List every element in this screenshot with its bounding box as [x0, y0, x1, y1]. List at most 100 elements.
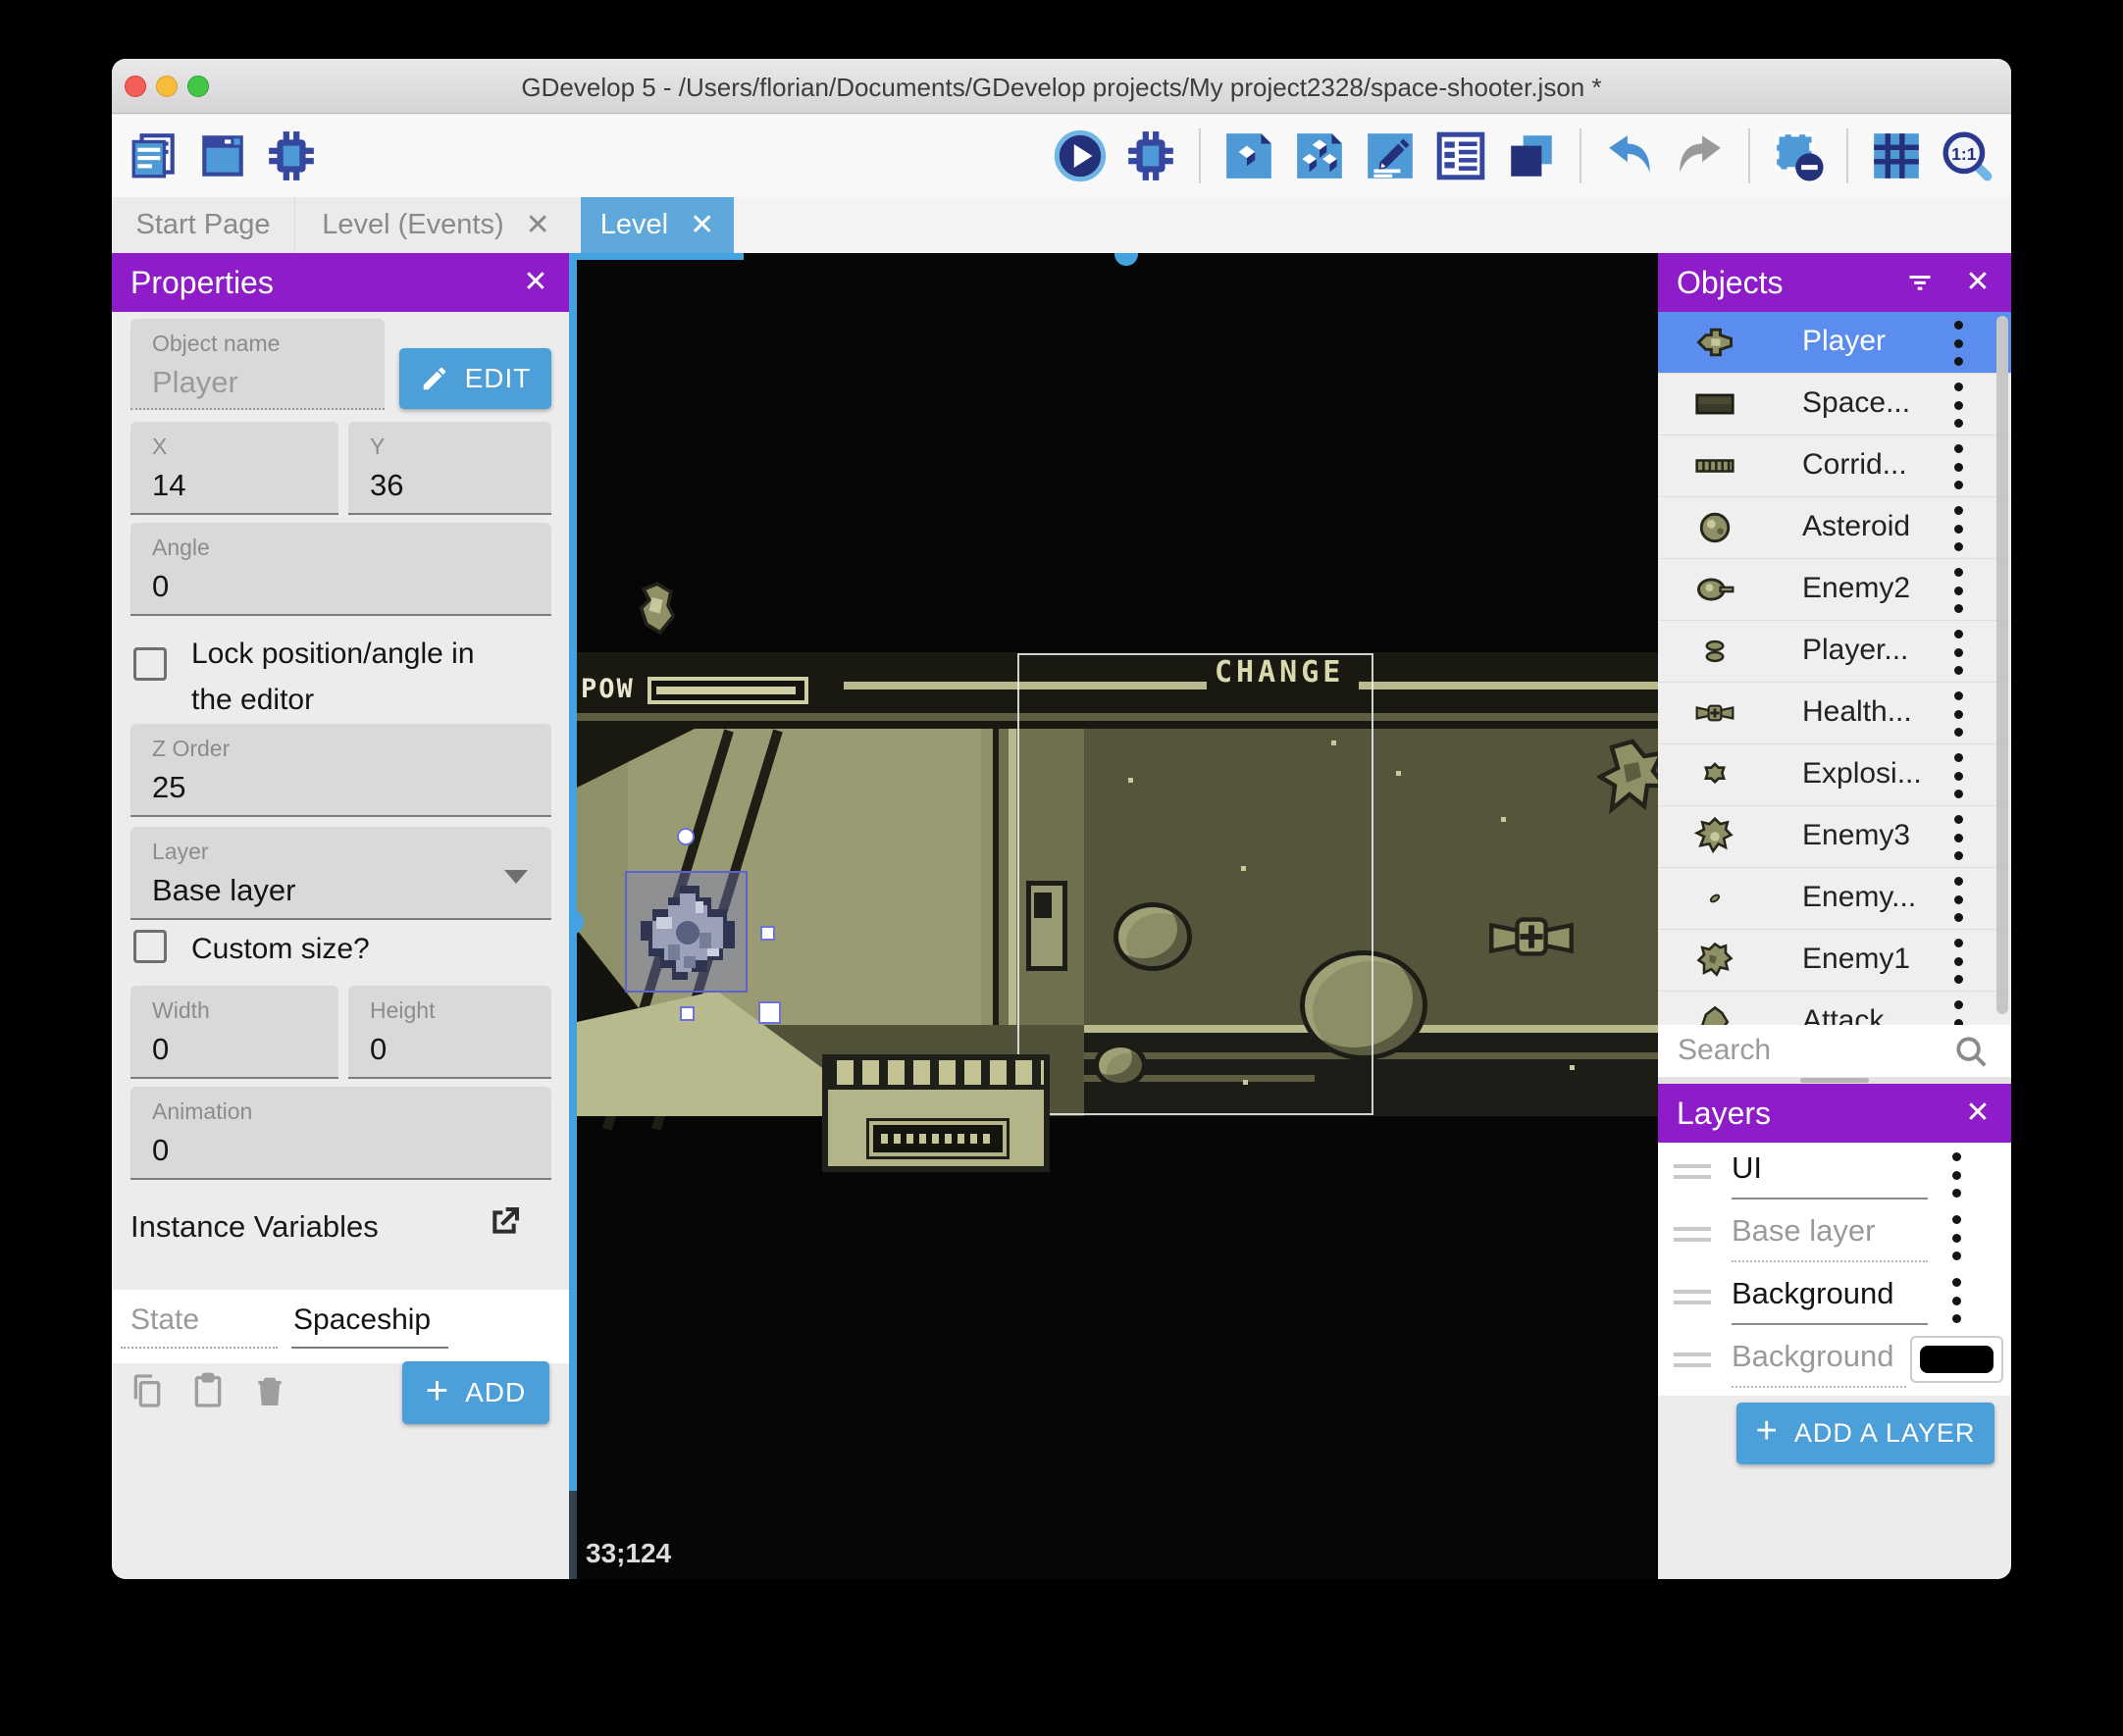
tab-level-events[interactable]: Level (Events) ✕ [294, 197, 577, 253]
tab-start-page[interactable]: Start Page [112, 197, 294, 253]
dock-structure[interactable] [822, 1054, 1050, 1172]
object-menu-icon[interactable] [1954, 939, 1964, 984]
object-list-item-corrid[interactable]: Corrid... [1658, 435, 2011, 497]
search-input[interactable] [1678, 1031, 1942, 1070]
small-enemy-sprite[interactable] [636, 581, 679, 636]
object-menu-icon[interactable] [1954, 321, 1964, 366]
toolbar-separator [1579, 128, 1581, 183]
y-position-field[interactable]: Y 36 [348, 422, 551, 515]
redo-icon[interactable] [1672, 128, 1729, 184]
object-list-item-player[interactable]: Player... [1658, 621, 2011, 683]
debug-icon[interactable] [1122, 128, 1179, 184]
copy-icon[interactable] [128, 1371, 167, 1410]
scene-top-handle[interactable] [1114, 253, 1138, 266]
object-menu-icon[interactable] [1954, 630, 1964, 675]
panel-divider[interactable] [1658, 1077, 2011, 1084]
object-list-item-explosi[interactable]: Explosi... [1658, 744, 2011, 806]
angle-value: 0 [152, 569, 170, 603]
close-tab-icon[interactable]: ✕ [690, 210, 714, 240]
undo-icon[interactable] [1601, 128, 1658, 184]
object-list-item-enemy[interactable]: Enemy... [1658, 868, 2011, 930]
rotate-handle[interactable] [677, 828, 695, 845]
player-ship-sprite[interactable] [633, 878, 743, 988]
angle-field[interactable]: Angle 0 [130, 523, 551, 616]
enemy2-icon [1693, 568, 1736, 611]
resize-handle[interactable] [758, 1001, 781, 1024]
drag-handle-icon[interactable] [1674, 1164, 1711, 1186]
health-pickup-sprite[interactable] [1487, 905, 1576, 968]
filter-icon[interactable] [1905, 269, 1935, 296]
close-panel-icon[interactable]: ✕ [520, 267, 551, 298]
object-list-item-enemy1[interactable]: Enemy1 [1658, 930, 2011, 992]
object-list-item-asteroid[interactable]: Asteroid [1658, 497, 2011, 559]
drag-handle-icon[interactable] [1674, 1353, 1711, 1374]
scene-top-guide[interactable] [577, 253, 744, 260]
width-field[interactable]: Width 0 [130, 986, 338, 1079]
properties-panel: Properties ✕ Object name Player EDIT X 1… [112, 253, 569, 1579]
object-menu-icon[interactable] [1954, 444, 1964, 489]
objects-group-icon[interactable] [1291, 128, 1348, 184]
layer-menu-icon[interactable] [1952, 1152, 1962, 1198]
object-menu-icon[interactable] [1954, 753, 1964, 798]
divider-grip[interactable] [1800, 1078, 1869, 1083]
scene-editor-canvas[interactable]: POW CHANGE 33;124 [569, 253, 1658, 1579]
debugger-icon[interactable] [263, 128, 320, 184]
z-order-field[interactable]: Z Order 25 [130, 724, 551, 817]
mask-icon[interactable] [1770, 128, 1827, 184]
add-variable-button[interactable]: + ADD [402, 1361, 549, 1424]
object-menu-icon[interactable] [1954, 506, 1964, 551]
object-list-item-enemy2[interactable]: Enemy2 [1658, 559, 2011, 621]
animation-field[interactable]: Animation 0 [130, 1087, 551, 1180]
edit-object-button[interactable]: EDIT [399, 348, 551, 409]
layer-select[interactable]: Layer Base layer [130, 827, 551, 920]
lock-position-checkbox[interactable] [133, 647, 167, 681]
object-list-item-player[interactable]: Player [1658, 312, 2011, 374]
object-list-item-health[interactable]: Health... [1658, 683, 2011, 744]
resize-handle[interactable] [760, 926, 775, 941]
trash-icon[interactable] [250, 1371, 289, 1410]
scene-left-guide[interactable] [569, 253, 577, 1491]
debris-sprite[interactable] [1597, 738, 1658, 828]
layer-color-swatch[interactable] [1910, 1336, 2003, 1383]
layer-list-item-ui[interactable]: UI [1658, 1143, 2011, 1205]
layer-list-item-background[interactable]: Background [1658, 1268, 2011, 1331]
variable-value-cell[interactable]: Spaceship [291, 1303, 448, 1349]
object-menu-icon[interactable] [1954, 815, 1964, 860]
layer-menu-icon[interactable] [1952, 1278, 1962, 1323]
tab-level[interactable]: Level ✕ [581, 197, 734, 253]
variable-name-cell[interactable]: State [121, 1303, 278, 1349]
resize-handle[interactable] [680, 1006, 695, 1021]
play-icon[interactable] [1052, 128, 1109, 184]
drag-handle-icon[interactable] [1674, 1290, 1711, 1311]
game-window-frame [1017, 653, 1373, 1115]
object-icon[interactable] [1220, 128, 1277, 184]
instances-list-icon[interactable] [1432, 128, 1489, 184]
paste-icon[interactable] [188, 1371, 228, 1410]
windows-icon[interactable] [194, 128, 251, 184]
close-panel-icon[interactable]: ✕ [1962, 267, 1994, 298]
object-menu-icon[interactable] [1954, 1000, 1964, 1025]
x-position-field[interactable]: X 14 [130, 422, 338, 515]
object-menu-icon[interactable] [1954, 383, 1964, 428]
close-tab-icon[interactable]: ✕ [526, 210, 550, 240]
open-in-new-icon[interactable] [485, 1202, 524, 1242]
layer-menu-icon[interactable] [1952, 1215, 1962, 1260]
grid-icon[interactable] [1868, 128, 1925, 184]
edit-icon[interactable] [1362, 128, 1419, 184]
object-menu-icon[interactable] [1954, 877, 1964, 922]
add-layer-button[interactable]: + ADD A LAYER [1736, 1403, 1994, 1464]
object-list-item-attack[interactable]: Attack... [1658, 992, 2011, 1025]
height-field[interactable]: Height 0 [348, 986, 551, 1079]
drag-handle-icon[interactable] [1674, 1227, 1711, 1249]
object-list-item-space[interactable]: Space... [1658, 374, 2011, 435]
layer-list-item-baselayer[interactable]: Base layer [1658, 1205, 2011, 1268]
object-list-item-enemy3[interactable]: Enemy3 [1658, 806, 2011, 868]
object-menu-icon[interactable] [1954, 691, 1964, 737]
layers-stack-icon[interactable] [1503, 128, 1560, 184]
objects-scrollbar[interactable] [1996, 316, 2008, 1014]
close-panel-icon[interactable]: ✕ [1962, 1098, 1994, 1129]
custom-size-checkbox[interactable] [133, 930, 167, 963]
zoom-1-1-icon[interactable]: 1:1 [1939, 128, 1995, 184]
object-menu-icon[interactable] [1954, 568, 1964, 613]
project-manager-icon[interactable] [126, 128, 182, 184]
